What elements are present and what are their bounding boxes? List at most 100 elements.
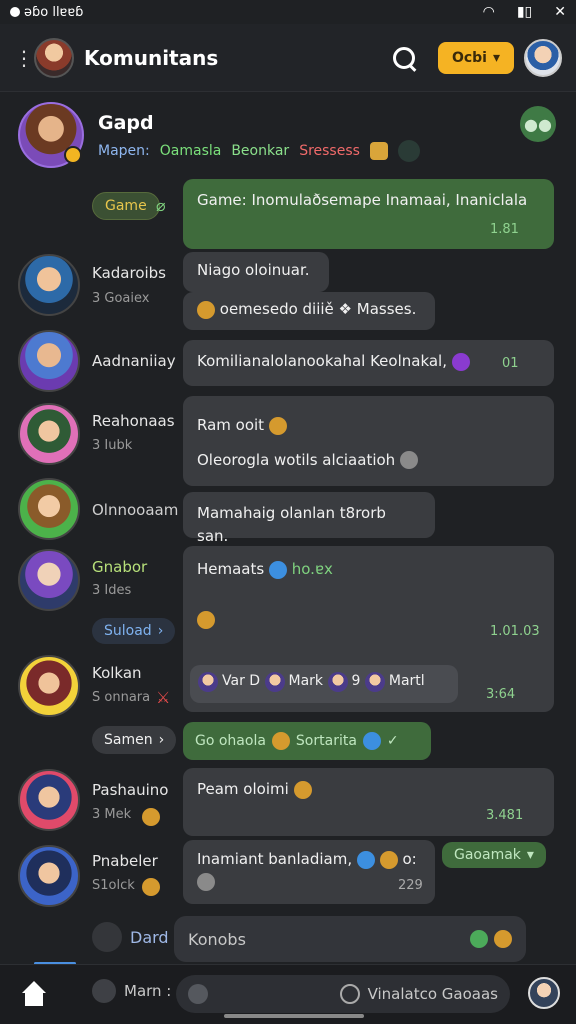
group-name: Gapd <box>98 112 154 134</box>
group-header[interactable]: Gapd Mapen: Oamasla Beonkar Sressess ●● <box>18 102 558 172</box>
bottom-search-bar[interactable]: Vinalatco Gaoaas <box>176 975 510 1013</box>
message-time: 01 <box>502 356 519 371</box>
globe-icon <box>356 850 375 869</box>
medal-icon <box>142 808 160 826</box>
message-bubble[interactable]: Ram ooit Oleorogla wotils alciaatioh <box>183 396 554 486</box>
swords-icon: ⚔ <box>156 688 171 707</box>
mention-chip[interactable]: 9 <box>327 671 361 692</box>
message-bubble[interactable]: Mamahaig olanlan t8rorb san. <box>183 492 435 545</box>
chip-label: Mark <box>288 673 324 689</box>
composer-side-button[interactable]: Dard <box>92 922 169 952</box>
message-tag-pill[interactable]: Game <box>92 192 160 220</box>
message-bubble[interactable]: Game: Inomulaðsemape Inamaai, Inaniclala <box>183 179 554 249</box>
profile-avatar[interactable] <box>524 38 562 77</box>
dice-icon <box>92 922 122 952</box>
signal-icon: ▮▯ <box>516 4 533 20</box>
user-name: Pnabeler <box>92 852 158 870</box>
group-avatar <box>18 102 84 168</box>
chevron-down-icon: ▾ <box>526 847 534 863</box>
thread-pill[interactable]: Suload › <box>92 618 176 644</box>
avatar[interactable] <box>18 549 80 611</box>
sword-icon <box>197 300 215 319</box>
avatar[interactable] <box>18 403 80 465</box>
message-time: 3.481 <box>486 808 524 823</box>
reaction-label: Sortarita <box>295 733 357 749</box>
avatar <box>198 671 218 692</box>
message-bubble[interactable]: Komilianalolanookahal Keolnakal, <box>183 340 554 386</box>
close-icon[interactable]: ✕ <box>554 4 566 20</box>
message-bubble[interactable]: Niago oloinuar. <box>183 252 329 292</box>
mention-chips[interactable]: Var D Mark 9 Martl <box>190 665 458 703</box>
wifi-icon: ◠ <box>482 4 495 20</box>
community-logo <box>34 37 74 78</box>
avatar[interactable] <box>18 655 80 717</box>
home-indicator <box>224 1014 364 1018</box>
scroll-icon <box>197 873 215 891</box>
message-bubble[interactable]: oemesedo diiiě ❖ Masses. <box>183 292 435 330</box>
reaction-dropdown[interactable]: Gaoamak ▾ <box>442 842 546 868</box>
message-input[interactable]: Konobs <box>174 916 526 962</box>
home-icon[interactable] <box>20 981 48 1007</box>
message-input-placeholder: Konobs <box>188 929 246 949</box>
leaf-icon: ⌀ <box>156 196 166 215</box>
chip-label: Martl <box>388 673 425 689</box>
chip-label: Var D <box>222 673 261 689</box>
mention-chip[interactable]: Var D <box>198 671 260 692</box>
message-text: Niago oloinuar. <box>197 261 310 279</box>
message-time: 1.81 <box>490 222 519 237</box>
message-text: Game: Inomulaðsemape Inamaai, Inaniclala <box>197 191 528 209</box>
reply-pill[interactable]: Samen › <box>92 726 177 754</box>
torch-icon <box>197 611 215 629</box>
search-icon[interactable] <box>390 44 418 72</box>
bottom-search-label: Vinalatco Gaoaas <box>367 985 498 1003</box>
avatar[interactable] <box>18 254 80 316</box>
bottom-nav-label: Marn : <box>124 982 172 1000</box>
group-meta: Mapen: Oamasla Beonkar Sressess <box>98 140 420 162</box>
notification-icon <box>10 7 20 17</box>
message-bubble[interactable]: Peam oloimi <box>183 768 554 836</box>
user-icon <box>339 984 360 1004</box>
gem-icon <box>451 352 470 371</box>
menu-icon[interactable]: ⋮ <box>14 46 34 70</box>
composer-side-label: Dard <box>130 927 169 947</box>
group-meta-2: Oamasla <box>159 143 222 159</box>
thread-pill-label: Suload <box>104 623 152 639</box>
emoji-icon[interactable] <box>494 930 512 948</box>
user-name: Gnabor <box>92 558 148 576</box>
user-status: 3 Ides <box>92 583 132 598</box>
user-status: 3 Goaiex <box>92 291 150 306</box>
sticker-icon[interactable] <box>470 930 488 948</box>
globe-icon <box>362 732 381 750</box>
user-status: 3 Mek <box>92 807 132 822</box>
user-name: Pashauino <box>92 781 169 799</box>
user-name: Kadaroibs <box>92 264 166 282</box>
avatar <box>327 671 348 692</box>
chevron-right-icon: › <box>157 623 164 639</box>
header-action-button[interactable]: Ocbi ▾ <box>437 41 514 74</box>
message-time: 3:64 <box>486 687 516 702</box>
message-text: oemesedo diiiě ❖ Masses. <box>219 300 417 318</box>
chip-label: 9 <box>351 673 361 689</box>
group-options-button[interactable]: ●● <box>520 106 556 142</box>
bottom-nav-item[interactable]: Marn : <box>92 979 171 1003</box>
avatar[interactable] <box>18 769 80 831</box>
group-badge-icon <box>64 146 82 164</box>
mention-chip[interactable]: Martl <box>364 671 425 692</box>
reaction-label: Go ohaola <box>195 733 266 749</box>
user-status: S onnara <box>92 690 151 705</box>
avatar[interactable] <box>18 330 80 392</box>
avatar[interactable] <box>18 845 80 907</box>
app-header: ⋮ Komunitans Ocbi ▾ <box>0 24 576 92</box>
mention-chip[interactable]: Mark <box>264 671 324 692</box>
status-bar: ǝɓo llɐɐɓ ◠ ▮▯ ✕ <box>0 0 576 24</box>
user-name: Kolkan <box>92 664 142 682</box>
message-bubble[interactable]: Inamiant banladiam, o: <box>183 840 435 904</box>
fire-icon <box>268 416 287 435</box>
message-text-tail: o: <box>402 850 417 868</box>
avatar[interactable] <box>18 478 80 540</box>
user-name: Olnnooaam <box>92 501 179 519</box>
reaction-pill[interactable]: Go ohaola Sortarita ✓ <box>183 722 431 760</box>
user-status: 3 Iubk <box>92 438 133 453</box>
profile-avatar[interactable] <box>528 977 560 1009</box>
message-text: Peam oloimi <box>197 780 289 798</box>
